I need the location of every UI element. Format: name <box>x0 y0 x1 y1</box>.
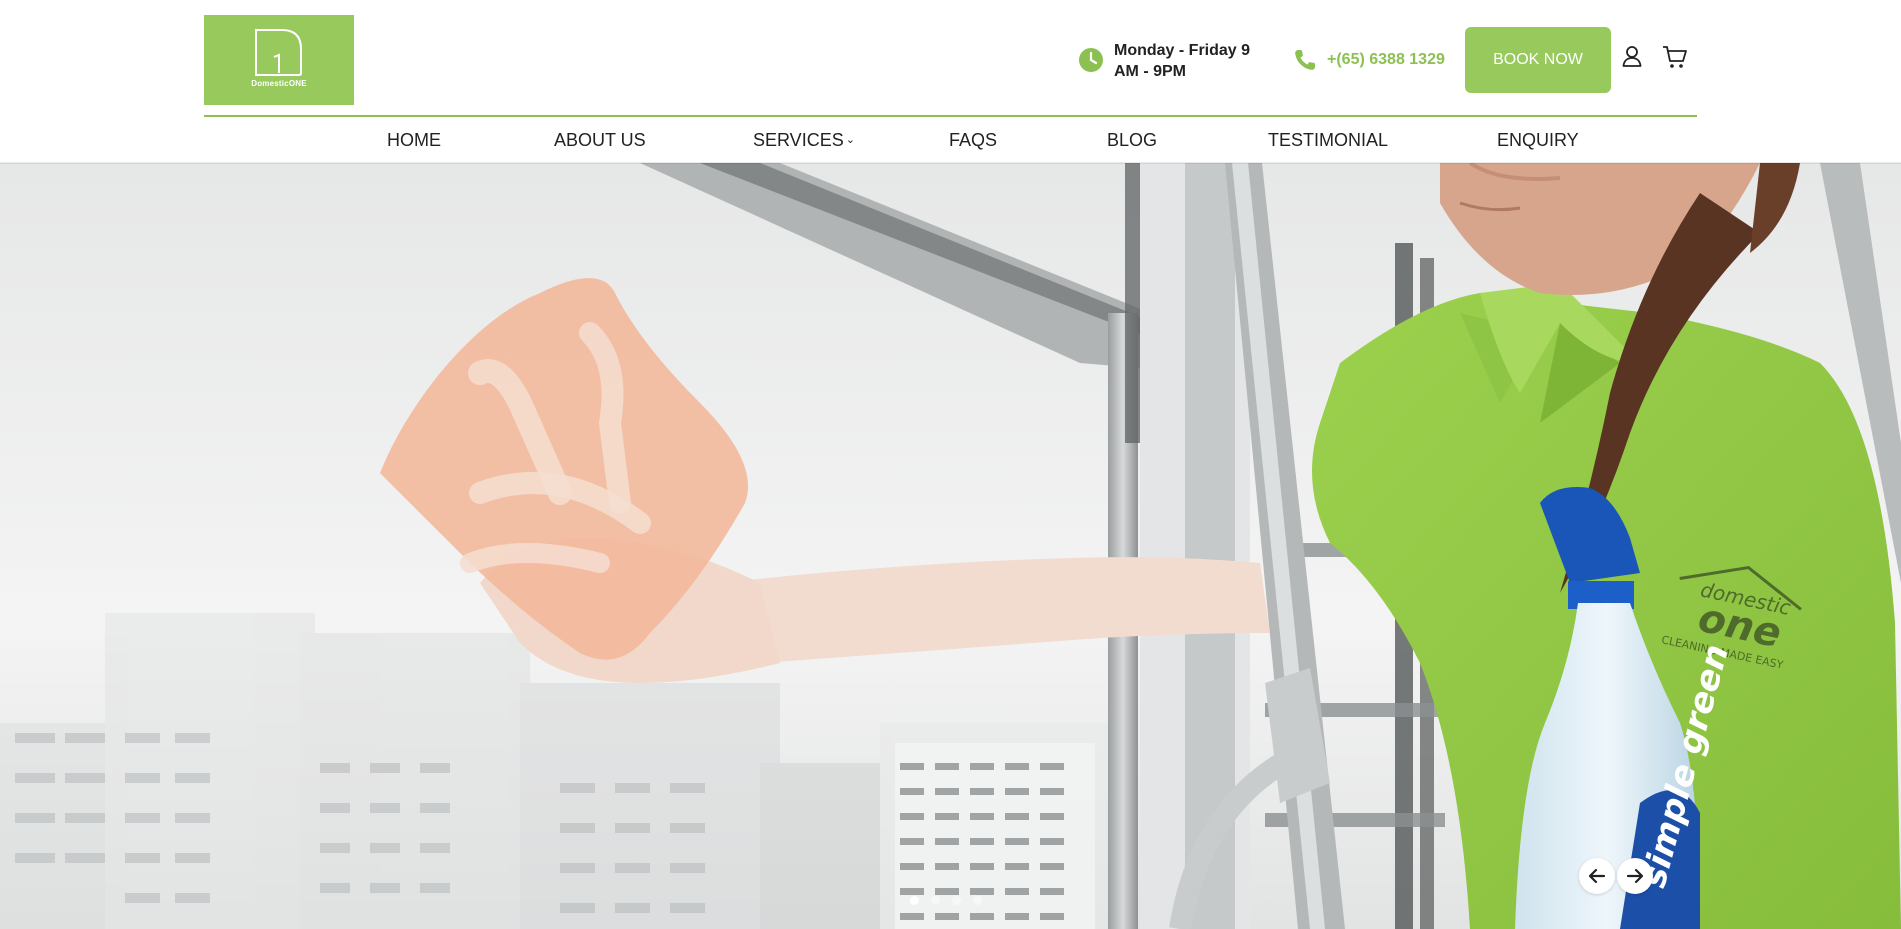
slider-dot-3[interactable] <box>952 896 961 905</box>
arrow-left-icon <box>1588 868 1606 884</box>
nav-enquiry[interactable]: ENQUIRY <box>1497 130 1579 151</box>
arrow-right-icon <box>1626 868 1644 884</box>
user-icon[interactable] <box>1620 44 1644 68</box>
hero-image: domestic one CLEANING MADE EASY simple g… <box>0 163 1901 929</box>
phone-contact[interactable]: +(65) 6388 1329 <box>1293 48 1445 72</box>
slider-dot-4[interactable] <box>973 896 982 905</box>
nav-home[interactable]: HOME <box>387 130 441 151</box>
phone-number[interactable]: +(65) 6388 1329 <box>1327 51 1445 69</box>
nav-testimonial[interactable]: TESTIMONIAL <box>1268 130 1388 151</box>
chevron-down-icon: ⌄ <box>845 134 855 146</box>
slider-next-button[interactable] <box>1617 858 1653 894</box>
site-header: DomesticONE Monday - Friday 9 AM - 9PM +… <box>0 0 1901 163</box>
header-shadow <box>0 162 1901 164</box>
book-now-button[interactable]: BOOK NOW <box>1465 27 1611 93</box>
header-divider <box>204 115 1697 117</box>
slider-dot-2[interactable] <box>931 896 940 905</box>
nav-blog[interactable]: BLOG <box>1107 130 1157 151</box>
nav-about-us[interactable]: ABOUT US <box>554 130 646 151</box>
business-hours: Monday - Friday 9 AM - 9PM <box>1078 40 1274 82</box>
phone-icon <box>1295 50 1315 70</box>
slider-dot-1[interactable] <box>910 896 919 905</box>
hours-text: Monday - Friday 9 AM - 9PM <box>1114 42 1251 80</box>
site-logo[interactable]: DomesticONE <box>204 15 354 105</box>
nav-faqs[interactable]: FAQS <box>949 130 997 151</box>
main-nav: HOME ABOUT US SERVICES ⌄ FAQS BLOG TESTIM… <box>0 118 1901 162</box>
nav-services-label: SERVICES <box>753 130 844 150</box>
clock-icon <box>1079 48 1103 72</box>
cart-icon[interactable] <box>1662 44 1688 70</box>
slider-prev-button[interactable] <box>1579 858 1615 894</box>
nav-services[interactable]: SERVICES ⌄ <box>753 130 855 151</box>
hero-slider: domestic one CLEANING MADE EASY simple g… <box>0 163 1901 929</box>
logo-text: DomesticONE <box>251 79 307 88</box>
logo-mark <box>255 29 302 76</box>
slider-dots <box>910 896 982 905</box>
